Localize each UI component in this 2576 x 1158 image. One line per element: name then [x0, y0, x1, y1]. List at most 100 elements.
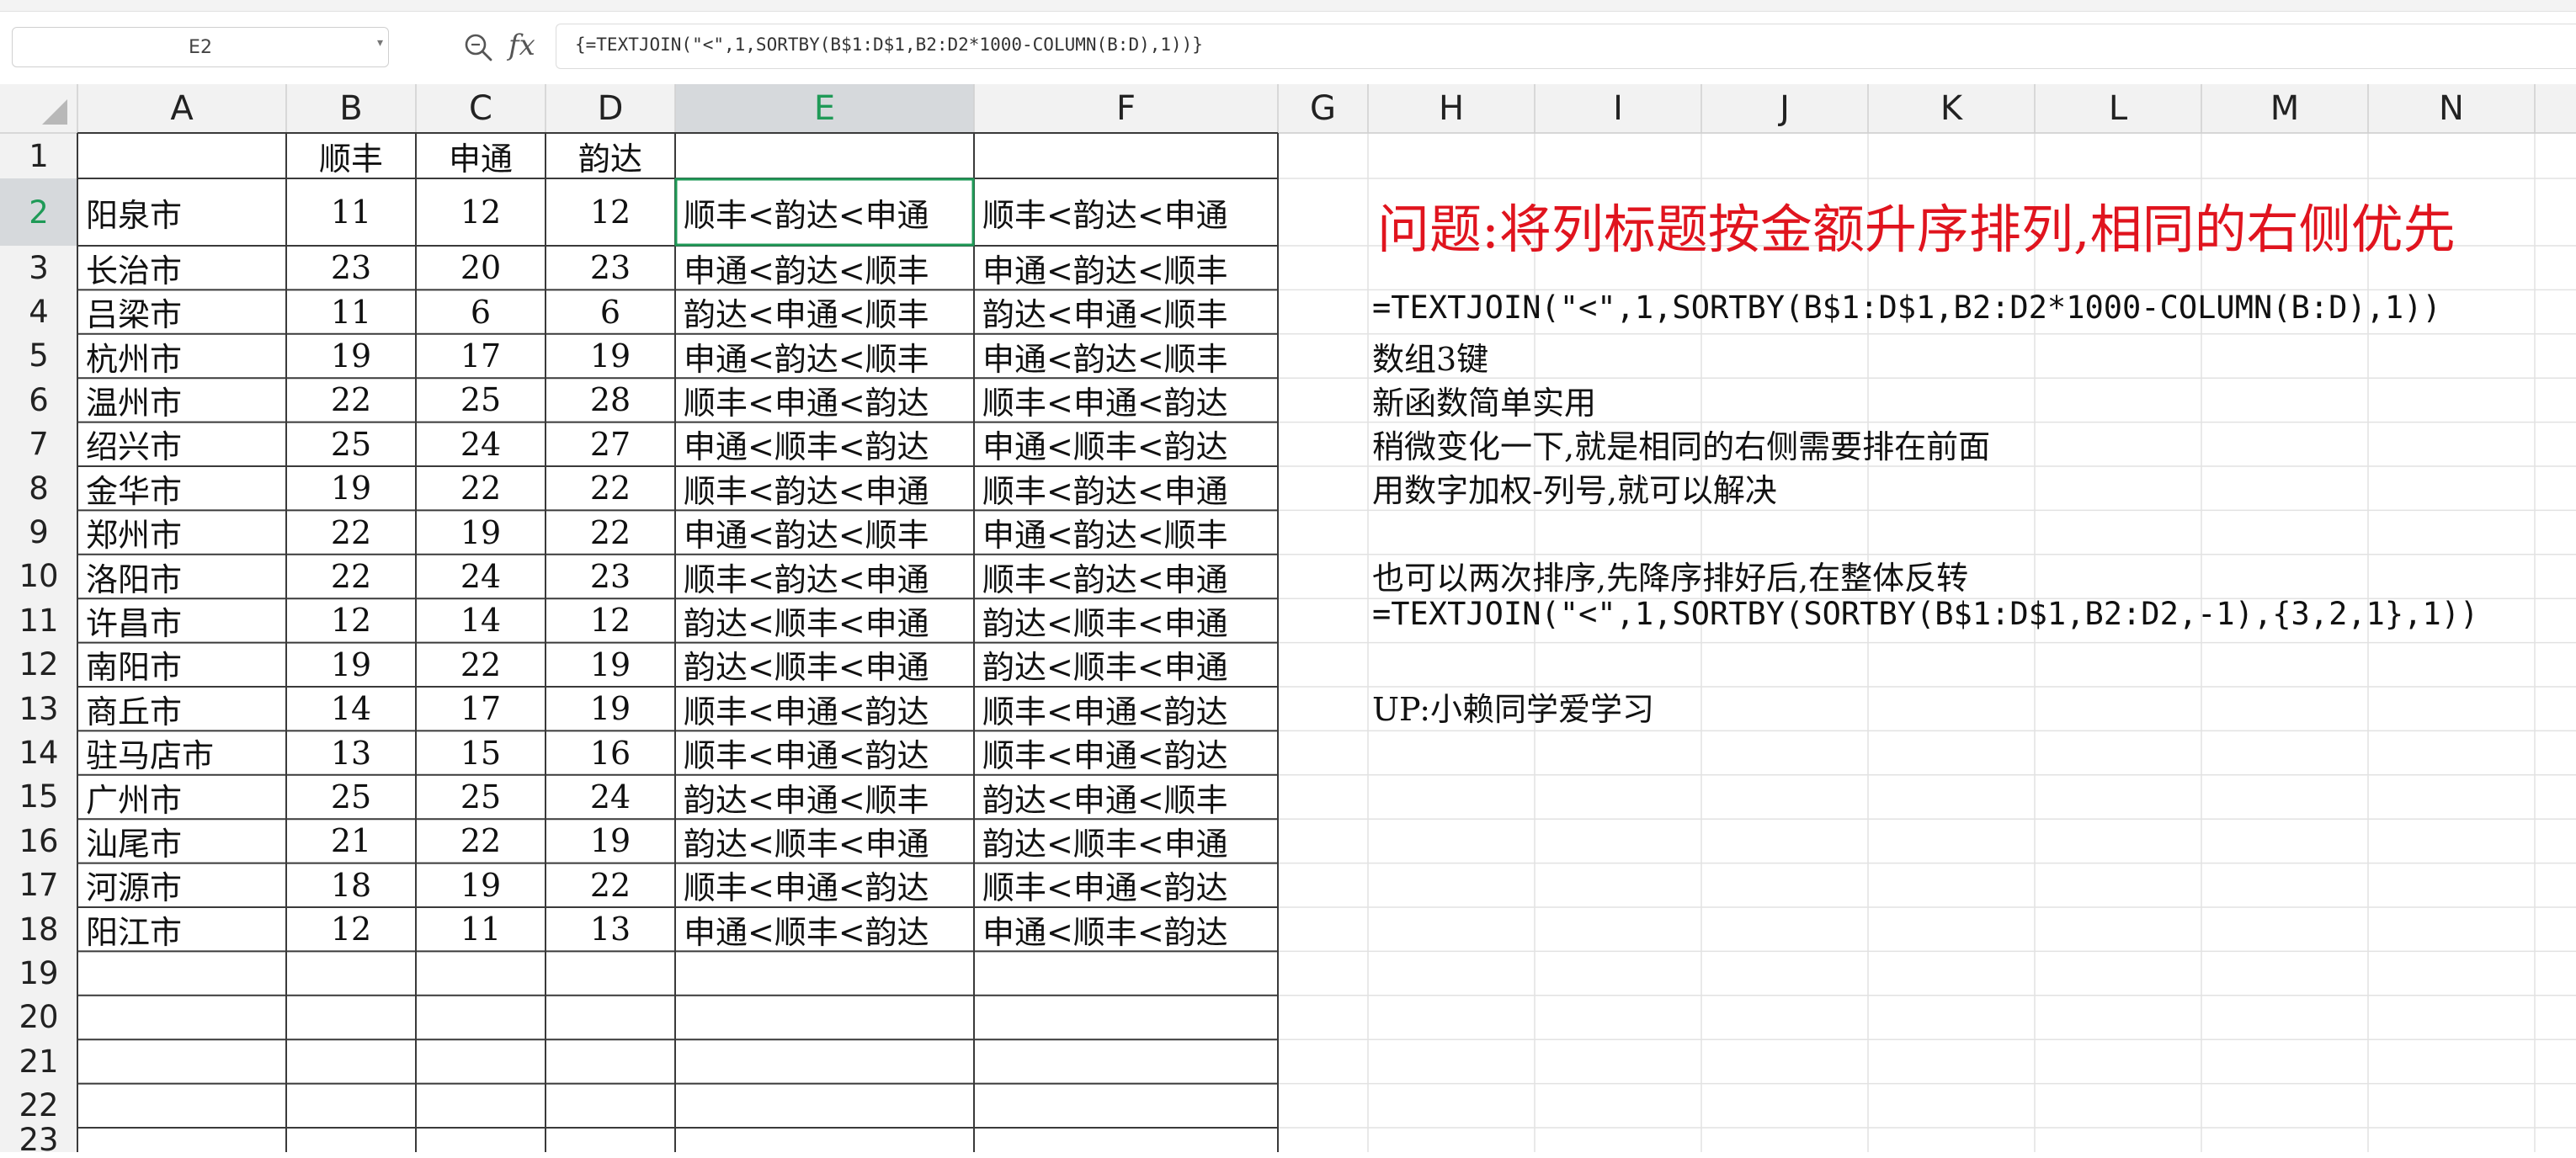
table-cell-e7[interactable]: 申通<顺丰<韵达 — [675, 422, 974, 466]
row-header-9[interactable]: 9 — [0, 510, 77, 554]
table-cell-a4[interactable]: 吕梁市 — [77, 290, 286, 333]
row-header-12[interactable]: 12 — [0, 643, 77, 687]
table-cell-d16[interactable]: 19 — [546, 819, 675, 863]
table-cell-e16[interactable]: 韵达<顺丰<申通 — [675, 819, 974, 863]
table-cell-a17[interactable]: 河源市 — [77, 863, 286, 907]
table-cell-e14[interactable]: 顺丰<申通<韵达 — [675, 730, 974, 774]
table-cell-a5[interactable]: 杭州市 — [77, 334, 286, 378]
table-cell-d17[interactable]: 22 — [546, 863, 675, 907]
column-header-g[interactable]: G — [1278, 84, 1368, 133]
table-cell-d8[interactable]: 22 — [546, 466, 675, 510]
table-cell-b4[interactable]: 11 — [286, 290, 416, 333]
table-cell-b7[interactable]: 25 — [286, 422, 416, 466]
column-header-n[interactable]: N — [2368, 84, 2535, 133]
row-header-21[interactable]: 21 — [0, 1039, 77, 1083]
table-cell-a11[interactable]: 许昌市 — [77, 598, 286, 642]
column-header-d[interactable]: D — [546, 84, 675, 133]
table-cell-e15[interactable]: 韵达<申通<顺丰 — [675, 775, 974, 819]
row-header-1[interactable]: 1 — [0, 133, 77, 178]
table-cell-e2[interactable]: 顺丰<韵达<申通 — [675, 178, 974, 246]
header-cell-b1[interactable]: 顺丰 — [286, 133, 416, 178]
column-header-k[interactable]: K — [1868, 84, 2035, 133]
table-cell-d10[interactable]: 23 — [546, 555, 675, 598]
table-cell-a15[interactable]: 广州市 — [77, 775, 286, 819]
table-cell-f11[interactable]: 韵达<顺丰<申通 — [974, 598, 1278, 642]
table-cell-e11[interactable]: 韵达<顺丰<申通 — [675, 598, 974, 642]
column-header-h[interactable]: H — [1368, 84, 1535, 133]
table-cell-e5[interactable]: 申通<韵达<顺丰 — [675, 334, 974, 378]
table-cell-a9[interactable]: 郑州市 — [77, 510, 286, 554]
table-cell-f8[interactable]: 顺丰<韵达<申通 — [974, 466, 1278, 510]
table-cell-e4[interactable]: 韵达<申通<顺丰 — [675, 290, 974, 333]
row-header-15[interactable]: 15 — [0, 775, 77, 819]
table-cell-c13[interactable]: 17 — [416, 687, 546, 730]
column-header-e[interactable]: E — [675, 84, 974, 133]
table-cell-e9[interactable]: 申通<韵达<顺丰 — [675, 510, 974, 554]
table-cell-f6[interactable]: 顺丰<申通<韵达 — [974, 378, 1278, 422]
table-cell-d11[interactable]: 12 — [546, 598, 675, 642]
table-cell-a7[interactable]: 绍兴市 — [77, 422, 286, 466]
column-header-c[interactable]: C — [416, 84, 546, 133]
table-cell-d18[interactable]: 13 — [546, 907, 675, 951]
column-header-m[interactable]: M — [2201, 84, 2368, 133]
table-cell-f14[interactable]: 顺丰<申通<韵达 — [974, 730, 1278, 774]
table-cell-a13[interactable]: 商丘市 — [77, 687, 286, 730]
table-cell-d4[interactable]: 6 — [546, 290, 675, 333]
table-cell-b10[interactable]: 22 — [286, 555, 416, 598]
row-header-11[interactable]: 11 — [0, 598, 77, 642]
table-cell-f7[interactable]: 申通<顺丰<韵达 — [974, 422, 1278, 466]
table-cell-c4[interactable]: 6 — [416, 290, 546, 333]
row-header-14[interactable]: 14 — [0, 730, 77, 774]
table-cell-a6[interactable]: 温州市 — [77, 378, 286, 422]
table-cell-b18[interactable]: 12 — [286, 907, 416, 951]
table-cell-b5[interactable]: 19 — [286, 334, 416, 378]
row-header-3[interactable]: 3 — [0, 246, 77, 290]
table-cell-b16[interactable]: 21 — [286, 819, 416, 863]
table-cell-a18[interactable]: 阳江市 — [77, 907, 286, 951]
table-cell-f17[interactable]: 顺丰<申通<韵达 — [974, 863, 1278, 907]
table-cell-b12[interactable]: 19 — [286, 643, 416, 687]
table-cell-f2[interactable]: 顺丰<韵达<申通 — [974, 178, 1278, 246]
table-cell-c5[interactable]: 17 — [416, 334, 546, 378]
table-cell-e18[interactable]: 申通<顺丰<韵达 — [675, 907, 974, 951]
table-cell-e13[interactable]: 顺丰<申通<韵达 — [675, 687, 974, 730]
row-header-5[interactable]: 5 — [0, 334, 77, 378]
row-header-8[interactable]: 8 — [0, 466, 77, 510]
row-header-6[interactable]: 6 — [0, 378, 77, 422]
table-cell-d15[interactable]: 24 — [546, 775, 675, 819]
row-header-4[interactable]: 4 — [0, 290, 77, 333]
table-cell-e6[interactable]: 顺丰<申通<韵达 — [675, 378, 974, 422]
table-cell-f12[interactable]: 韵达<顺丰<申通 — [974, 643, 1278, 687]
row-header-10[interactable]: 10 — [0, 555, 77, 598]
table-cell-e12[interactable]: 韵达<顺丰<申通 — [675, 643, 974, 687]
table-cell-f15[interactable]: 韵达<申通<顺丰 — [974, 775, 1278, 819]
row-header-2[interactable]: 2 — [0, 178, 77, 246]
table-cell-c11[interactable]: 14 — [416, 598, 546, 642]
table-cell-e8[interactable]: 顺丰<韵达<申通 — [675, 466, 974, 510]
table-cell-b14[interactable]: 13 — [286, 730, 416, 774]
table-cell-d13[interactable]: 19 — [546, 687, 675, 730]
header-cell-c1[interactable]: 申通 — [416, 133, 546, 178]
table-cell-f10[interactable]: 顺丰<韵达<申通 — [974, 555, 1278, 598]
table-cell-c3[interactable]: 20 — [416, 246, 546, 290]
table-cell-b3[interactable]: 23 — [286, 246, 416, 290]
row-header-18[interactable]: 18 — [0, 907, 77, 951]
table-cell-b9[interactable]: 22 — [286, 510, 416, 554]
table-cell-f5[interactable]: 申通<韵达<顺丰 — [974, 334, 1278, 378]
table-cell-a8[interactable]: 金华市 — [77, 466, 286, 510]
row-header-20[interactable]: 20 — [0, 996, 77, 1039]
table-cell-b8[interactable]: 19 — [286, 466, 416, 510]
table-cell-d3[interactable]: 23 — [546, 246, 675, 290]
table-cell-f13[interactable]: 顺丰<申通<韵达 — [974, 687, 1278, 730]
table-cell-a10[interactable]: 洛阳市 — [77, 555, 286, 598]
table-cell-c15[interactable]: 25 — [416, 775, 546, 819]
row-header-13[interactable]: 13 — [0, 687, 77, 730]
table-cell-c6[interactable]: 25 — [416, 378, 546, 422]
column-header-j[interactable]: J — [1701, 84, 1868, 133]
table-cell-c14[interactable]: 15 — [416, 730, 546, 774]
row-header-23[interactable]: 23 — [0, 1122, 77, 1158]
table-cell-f18[interactable]: 申通<顺丰<韵达 — [974, 907, 1278, 951]
column-header-f[interactable]: F — [974, 84, 1278, 133]
table-cell-a3[interactable]: 长治市 — [77, 246, 286, 290]
row-header-17[interactable]: 17 — [0, 863, 77, 907]
